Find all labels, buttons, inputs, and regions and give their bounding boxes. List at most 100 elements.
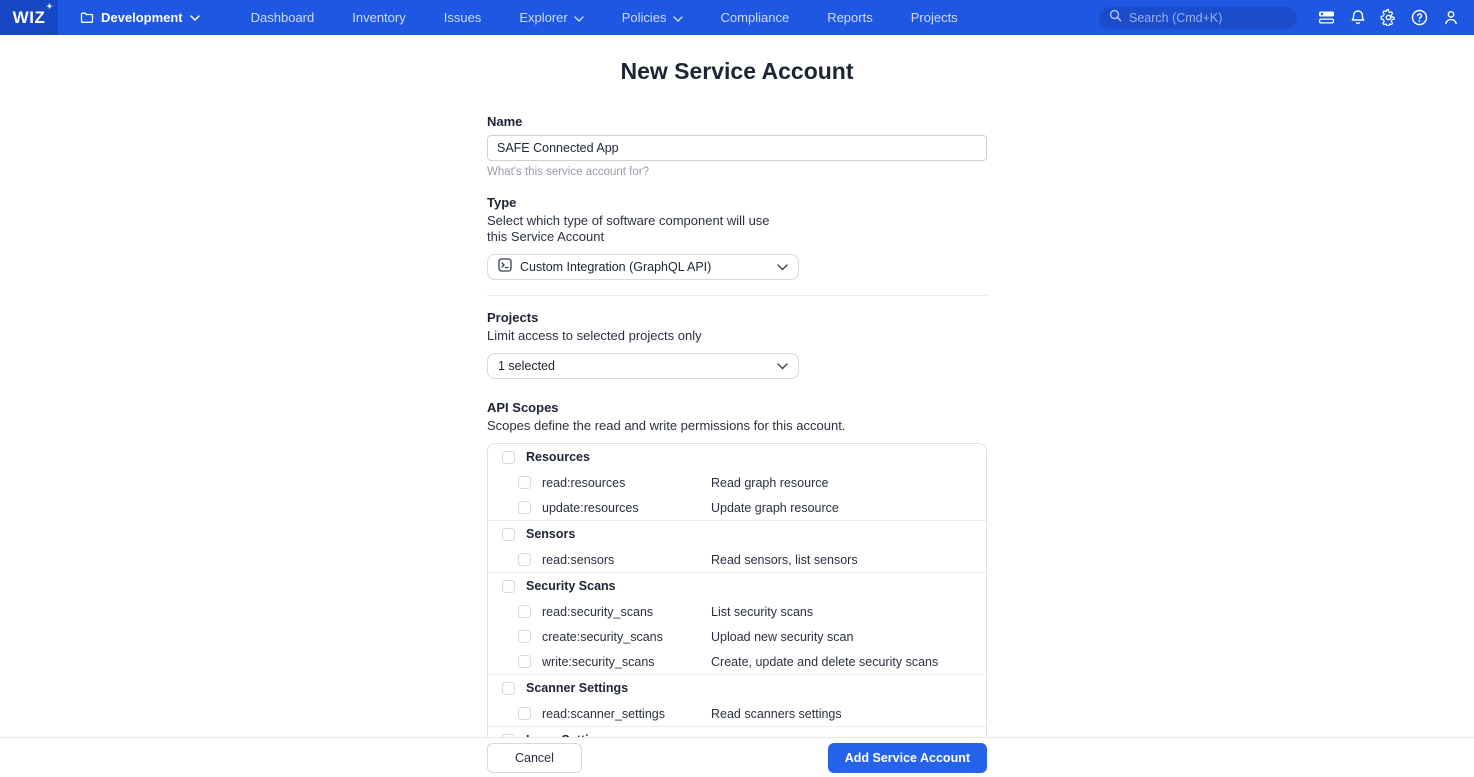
group-checkbox[interactable] xyxy=(502,580,515,593)
scope-checkbox[interactable] xyxy=(518,630,531,643)
nav-item-inventory[interactable]: Inventory xyxy=(333,10,424,25)
type-label: Type xyxy=(487,195,987,210)
settings-gear-icon[interactable] xyxy=(1373,0,1404,35)
main-nav-items: DashboardInventoryIssuesExplorerPolicies… xyxy=(232,10,977,25)
wiz-logo-text: WIZ xyxy=(13,8,46,27)
page-content: New Service Account Name What's this ser… xyxy=(0,35,1474,737)
scope-description: Read sensors, list sensors xyxy=(711,553,858,567)
scope-name: read:sensors xyxy=(542,553,700,567)
nav-item-compliance[interactable]: Compliance xyxy=(702,10,809,25)
folder-icon xyxy=(80,12,94,24)
scope-checkbox[interactable] xyxy=(518,707,531,720)
scope-group-header: Resources xyxy=(488,444,986,470)
nav-item-explorer[interactable]: Explorer xyxy=(500,10,602,25)
scope-checkbox[interactable] xyxy=(518,501,531,514)
changelog-icon[interactable] xyxy=(1311,0,1342,35)
scope-checkbox[interactable] xyxy=(518,476,531,489)
nav-item-dashboard[interactable]: Dashboard xyxy=(232,10,334,25)
scope-group-title: Resources xyxy=(526,450,590,464)
scope-group-header: Scanner Settings xyxy=(488,675,986,701)
scope-group-title: Scanner Settings xyxy=(526,681,628,695)
api-scopes-list: Resources read:resources Read graph resour… xyxy=(487,443,987,737)
cancel-button[interactable]: Cancel xyxy=(487,743,582,773)
scope-row: read:security_scans List security scans xyxy=(488,599,986,624)
group-checkbox[interactable] xyxy=(502,528,515,541)
scope-name: read:security_scans xyxy=(542,605,700,619)
chevron-down-icon xyxy=(777,357,788,375)
group-checkbox[interactable] xyxy=(502,451,515,464)
scope-row: read:resources Read graph resource xyxy=(488,470,986,495)
api-scopes-section: API Scopes Scopes define the read and wr… xyxy=(487,400,987,737)
nav-item-reports[interactable]: Reports xyxy=(808,10,892,25)
project-scope-label: Development xyxy=(101,10,183,25)
sparkle-icon: ✦ xyxy=(46,2,53,11)
scope-name: write:security_scans xyxy=(542,655,700,669)
api-scopes-description: Scopes define the read and write permiss… xyxy=(487,418,987,434)
scope-description: Update graph resource xyxy=(711,501,839,515)
scope-row: create:security_scans Upload new security… xyxy=(488,624,986,649)
type-dropdown-value: Custom Integration (GraphQL API) xyxy=(520,260,769,274)
section-divider xyxy=(487,295,987,296)
scope-checkbox[interactable] xyxy=(518,553,531,566)
service-account-name-input[interactable] xyxy=(487,135,987,161)
scope-group-header: Sensors xyxy=(488,521,986,547)
scope-row: read:scanner_settings Read scanners setti… xyxy=(488,701,986,726)
name-label: Name xyxy=(487,114,987,129)
nav-item-policies[interactable]: Policies xyxy=(603,10,702,25)
scope-row: read:sensors Read sensors, list sensors xyxy=(488,547,986,572)
search-input[interactable] xyxy=(1129,11,1279,25)
nav-right-section xyxy=(1099,0,1474,35)
user-icon[interactable] xyxy=(1435,0,1466,35)
form-footer: Cancel Add Service Account xyxy=(0,737,1474,777)
chevron-down-icon xyxy=(777,258,788,276)
scope-description: Create, update and delete security scans xyxy=(711,655,938,669)
projects-description: Limit access to selected projects only xyxy=(487,328,987,344)
type-section: Type Select which type of software compo… xyxy=(487,195,987,280)
scope-description: Read graph resource xyxy=(711,476,828,490)
help-icon[interactable] xyxy=(1404,0,1435,35)
scope-group-security-scans: Security Scans read:security_scans List se… xyxy=(488,572,986,674)
scope-description: Upload new security scan xyxy=(711,630,853,644)
scope-row: write:security_scans Create, update and d… xyxy=(488,649,986,674)
global-search[interactable] xyxy=(1099,7,1297,29)
api-scopes-label: API Scopes xyxy=(487,400,987,415)
scope-group-scanner-settings: Scanner Settings read:scanner_settings Rea… xyxy=(488,674,986,726)
add-service-account-button[interactable]: Add Service Account xyxy=(828,743,987,773)
scope-checkbox[interactable] xyxy=(518,605,531,618)
search-icon xyxy=(1109,9,1122,27)
scope-group-issue-settings: Issue Settingsread:issue_settingsRead is… xyxy=(488,726,986,737)
projects-dropdown[interactable]: 1 selected xyxy=(487,353,799,379)
scope-group-sensors: Sensors read:sensors Read sensors, list se… xyxy=(488,520,986,572)
scope-description: Read scanners settings xyxy=(711,707,842,721)
scope-group-title: Sensors xyxy=(526,527,575,541)
chevron-down-icon xyxy=(673,10,683,25)
chevron-down-icon xyxy=(190,15,200,21)
projects-dropdown-value: 1 selected xyxy=(498,359,769,373)
name-section: Name What's this service account for? xyxy=(487,114,987,178)
nav-item-projects[interactable]: Projects xyxy=(892,10,977,25)
notifications-bell-icon[interactable] xyxy=(1342,0,1373,35)
scope-group-title: Security Scans xyxy=(526,579,616,593)
scope-group-header: Issue Settings xyxy=(488,727,986,737)
scope-checkbox[interactable] xyxy=(518,655,531,668)
scope-name: read:scanner_settings xyxy=(542,707,700,721)
projects-section: Projects Limit access to selected projec… xyxy=(487,310,987,379)
type-dropdown[interactable]: Custom Integration (GraphQL API) xyxy=(487,254,799,280)
type-description: Select which type of software component … xyxy=(487,213,787,245)
scope-name: update:resources xyxy=(542,501,700,515)
terminal-icon xyxy=(498,258,512,277)
group-checkbox[interactable] xyxy=(502,682,515,695)
scope-group-header: Security Scans xyxy=(488,573,986,599)
scope-name: create:security_scans xyxy=(542,630,700,644)
scope-name: read:resources xyxy=(542,476,700,490)
projects-label: Projects xyxy=(487,310,987,325)
scope-group-resources: Resources read:resources Read graph resour… xyxy=(488,444,986,520)
project-scope-selector[interactable]: Development xyxy=(80,10,200,25)
top-navigation-bar: WIZ✦ Development DashboardInventoryIssue… xyxy=(0,0,1474,35)
scope-row: update:resources Update graph resource xyxy=(488,495,986,520)
nav-item-issues[interactable]: Issues xyxy=(425,10,501,25)
chevron-down-icon xyxy=(574,10,584,25)
wiz-logo[interactable]: WIZ✦ xyxy=(0,0,58,35)
page-title: New Service Account xyxy=(487,58,987,85)
scope-description: List security scans xyxy=(711,605,813,619)
